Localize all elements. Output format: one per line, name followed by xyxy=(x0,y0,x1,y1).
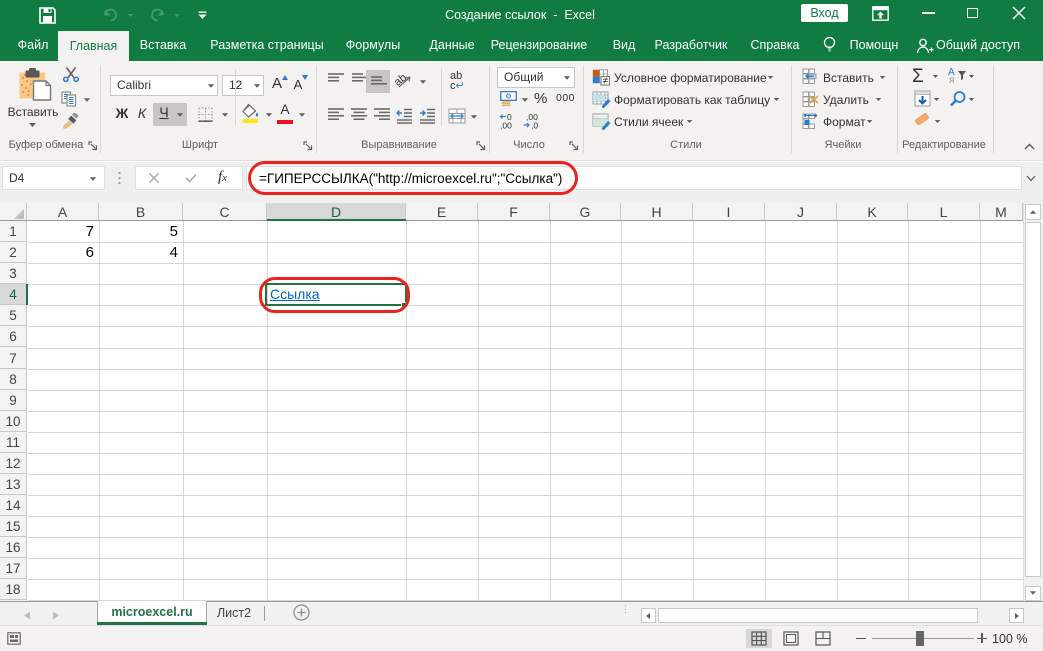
svg-text:,00: ,00 xyxy=(500,121,512,131)
svg-text:,0: ,0 xyxy=(531,121,538,131)
